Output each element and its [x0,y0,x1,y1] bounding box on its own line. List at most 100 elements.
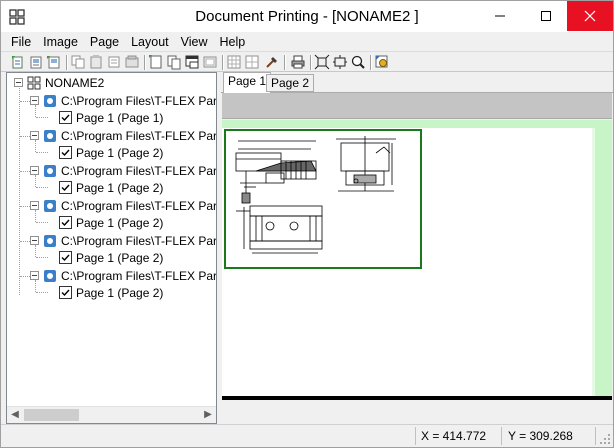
tflex-file-icon [44,269,56,282]
tree-page-item[interactable]: Page 1 (Page 1) [59,109,163,126]
menu-file[interactable]: File [5,35,37,49]
tree-horizontal-scrollbar[interactable]: ◀ ▶ [7,406,216,423]
page-label: Page 1 (Page 2) [76,250,164,265]
file-expander[interactable] [30,201,39,210]
window-icon[interactable] [184,54,200,70]
new-page-icon[interactable] [10,54,26,70]
close-icon [584,10,596,22]
delete-icon[interactable] [124,54,140,70]
settings-icon[interactable] [374,54,390,70]
paste-icon[interactable] [88,54,104,70]
zoom-icon[interactable] [350,54,366,70]
page-label: Page 1 (Page 2) [76,215,164,230]
tree-page-item[interactable]: Page 1 (Page 2) [59,284,163,301]
close-button[interactable] [567,1,613,31]
scroll-right-icon[interactable]: ▶ [203,410,213,420]
tflex-file-icon [44,199,56,212]
checkbox-checked-icon[interactable] [59,111,72,124]
file-expander[interactable] [30,166,39,175]
page-preview[interactable] [224,129,422,269]
document-tree[interactable]: NONAME2 C:\Program Files\T-FLEX Parametr… [6,72,217,424]
document-grid-icon [27,76,41,89]
tree-page-item[interactable]: Page 1 (Page 2) [59,249,163,266]
cursor-x-coordinate: X = 414.772 [421,429,487,443]
copy-icon[interactable] [70,54,86,70]
tree-file-item[interactable]: C:\Program Files\T-FLEX Parametric [43,267,217,284]
file-path-label: C:\Program Files\T-FLEX Parametric [61,128,217,143]
page-label: Page 1 (Page 2) [76,145,164,160]
preview-panel: Page 1 Page 2 [221,72,613,424]
tflex-file-icon [44,129,56,142]
print-icon[interactable] [290,54,306,70]
new-doc-icon[interactable] [148,54,164,70]
tree-file-item[interactable]: C:\Program Files\T-FLEX Parametric [43,92,217,109]
maximize-button[interactable] [523,1,569,31]
tree-file-item[interactable]: C:\Program Files\T-FLEX Parametric [43,232,217,249]
page-boundary-line [222,396,612,400]
grid-alt-icon[interactable] [244,54,260,70]
title-bar[interactable]: Document Printing - [NONAME2 ] [1,1,613,32]
status-bar: X = 414.772 Y = 309.268 [1,424,613,447]
scroll-left-icon[interactable]: ◀ [10,410,20,420]
properties-icon[interactable] [264,54,280,70]
add-page-icon[interactable] [28,54,44,70]
minimize-button[interactable] [477,1,523,31]
toolbar [1,51,613,72]
grid-icon[interactable] [226,54,242,70]
tree-page-item[interactable]: Page 1 (Page 2) [59,214,163,231]
checkbox-checked-icon[interactable] [59,251,72,264]
page-label: Page 1 (Page 1) [76,110,164,125]
fit-page-icon[interactable] [314,54,330,70]
tflex-file-icon [44,234,56,247]
tree-page-item[interactable]: Page 1 (Page 2) [59,179,163,196]
file-path-label: C:\Program Files\T-FLEX Parametric [61,163,217,178]
cursor-y-coordinate: Y = 309.268 [508,429,573,443]
cut-icon[interactable] [106,54,122,70]
menu-layout[interactable]: Layout [125,35,175,49]
tflex-file-icon [44,164,56,177]
tflex-file-icon [44,94,56,107]
margin-top [222,120,612,128]
menu-image[interactable]: Image [37,35,84,49]
checkbox-checked-icon[interactable] [59,181,72,194]
scrollbar-thumb[interactable] [24,409,79,421]
checkbox-checked-icon[interactable] [59,146,72,159]
margin-right [595,120,612,396]
tree-file-item[interactable]: C:\Program Files\T-FLEX Parametric [43,127,217,144]
tree-root-label: NONAME2 [45,75,105,90]
tree-file-item[interactable]: C:\Program Files\T-FLEX Parametric [43,197,217,214]
page-label: Page 1 (Page 2) [76,285,164,300]
tab-page-2[interactable]: Page 2 [266,74,315,92]
file-expander[interactable] [30,236,39,245]
remove-page-icon[interactable] [46,54,62,70]
fit-width-icon[interactable] [332,54,348,70]
menu-bar: File Image Page Layout View Help [1,32,613,51]
tree-file-item[interactable]: C:\Program Files\T-FLEX Parametric [43,162,217,179]
menu-help[interactable]: Help [214,35,252,49]
maximize-icon [541,11,551,21]
frame-icon[interactable] [202,54,218,70]
duplicate-icon[interactable] [166,54,182,70]
minimize-icon [495,15,505,17]
file-path-label: C:\Program Files\T-FLEX Parametric [61,198,217,213]
file-path-label: C:\Program Files\T-FLEX Parametric [61,268,217,283]
menu-view[interactable]: View [175,35,214,49]
tree-root[interactable]: NONAME2 [27,74,104,91]
file-expander[interactable] [30,96,39,105]
file-expander[interactable] [30,271,39,280]
root-expander[interactable] [14,78,23,87]
ruler-bar [222,93,612,119]
page-label: Page 1 (Page 2) [76,180,164,195]
tree-page-item[interactable]: Page 1 (Page 2) [59,144,163,161]
app-window: Document Printing - [NONAME2 ] File Imag… [0,0,614,448]
checkbox-checked-icon[interactable] [59,286,72,299]
tab-page-1[interactable]: Page 1 [223,72,272,93]
file-path-label: C:\Program Files\T-FLEX Parametric [61,93,217,108]
menu-page[interactable]: Page [84,35,125,49]
resize-grip-icon[interactable] [599,433,611,445]
file-expander[interactable] [30,131,39,140]
checkbox-checked-icon[interactable] [59,216,72,229]
technical-drawing-image [235,136,396,254]
file-path-label: C:\Program Files\T-FLEX Parametric [61,233,217,248]
page-canvas[interactable] [222,120,612,396]
